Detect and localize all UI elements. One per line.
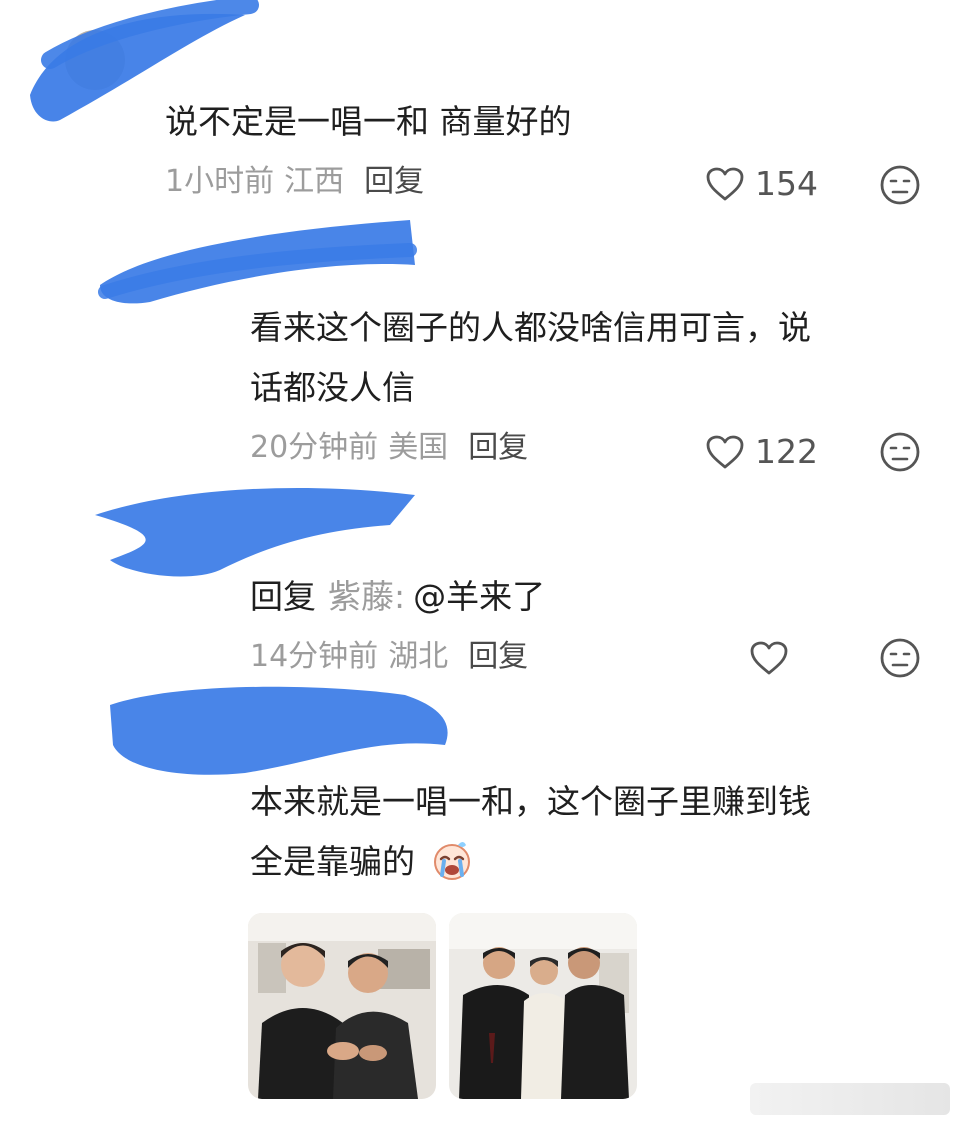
comment-2-time: 20分钟前 [250,430,379,465]
comment-2-meta: 20分钟前 美国 回复 [250,428,528,468]
comment-3-reply-prefix: 回复 [250,577,316,616]
comment-4-text-line-2-content: 全是靠骗的 [250,842,415,881]
comment-3-meta: 14分钟前 湖北 回复 [250,637,528,677]
photo-2-image [449,913,637,1099]
comment-1-like-button[interactable]: 154 [705,164,818,203]
heart-outline-icon [706,435,744,468]
comment-3-location: 湖北 [388,639,449,674]
comment-3-like-button[interactable] [749,640,799,676]
comment-1-reply-button[interactable]: 回复 [364,164,424,199]
comment-3-dislike-button[interactable] [879,637,921,679]
comment-2-location: 美国 [388,430,449,465]
platform-watermark [750,1083,950,1115]
comment-4-photo-1[interactable] [248,913,436,1099]
comment-1-meta: 1小时前 江西 回复 [165,162,424,202]
comment-3-time: 14分钟前 [250,639,379,674]
comment-1-text: 说不定是一唱一和 商量好的 [165,102,572,141]
comment-2-text-line-1: 看来这个圈子的人都没啥信用可言，说 [250,308,811,347]
comment-1-time: 1小时前 [165,164,275,199]
redaction-scribble-2 [98,220,417,304]
heart-outline-icon [706,167,744,200]
comment-4-photo-2[interactable] [449,913,637,1099]
comment-2-like-button[interactable]: 122 [705,432,818,471]
comment-4-text-line-1: 本来就是一唱一和，这个圈子里赚到钱 [250,782,811,821]
photo-1-image [248,913,436,1099]
comment-3-mention[interactable]: @羊来了 [413,577,545,616]
comment-1-like-count: 154 [755,164,818,203]
comment-2-like-count: 122 [755,432,818,471]
comment-3-text: 回复 紫藤: @羊来了 [250,567,545,627]
comment-2-text-line-2: 话都没人信 [250,368,415,407]
comment-2-reply-button[interactable]: 回复 [468,430,528,465]
crying-face-emoji [433,842,470,880]
comment-2-dislike-button[interactable] [879,431,921,473]
comment-4-text-line-2: 全是靠骗的 [250,832,476,892]
comment-1-location: 江西 [284,164,345,199]
comment-1-dislike-button[interactable] [879,164,921,206]
heart-outline-icon [750,641,788,675]
comment-3-reply-to[interactable]: 紫藤: [328,577,405,616]
redaction-scribble-4 [110,686,448,775]
comment-3-reply-button[interactable]: 回复 [468,639,528,674]
